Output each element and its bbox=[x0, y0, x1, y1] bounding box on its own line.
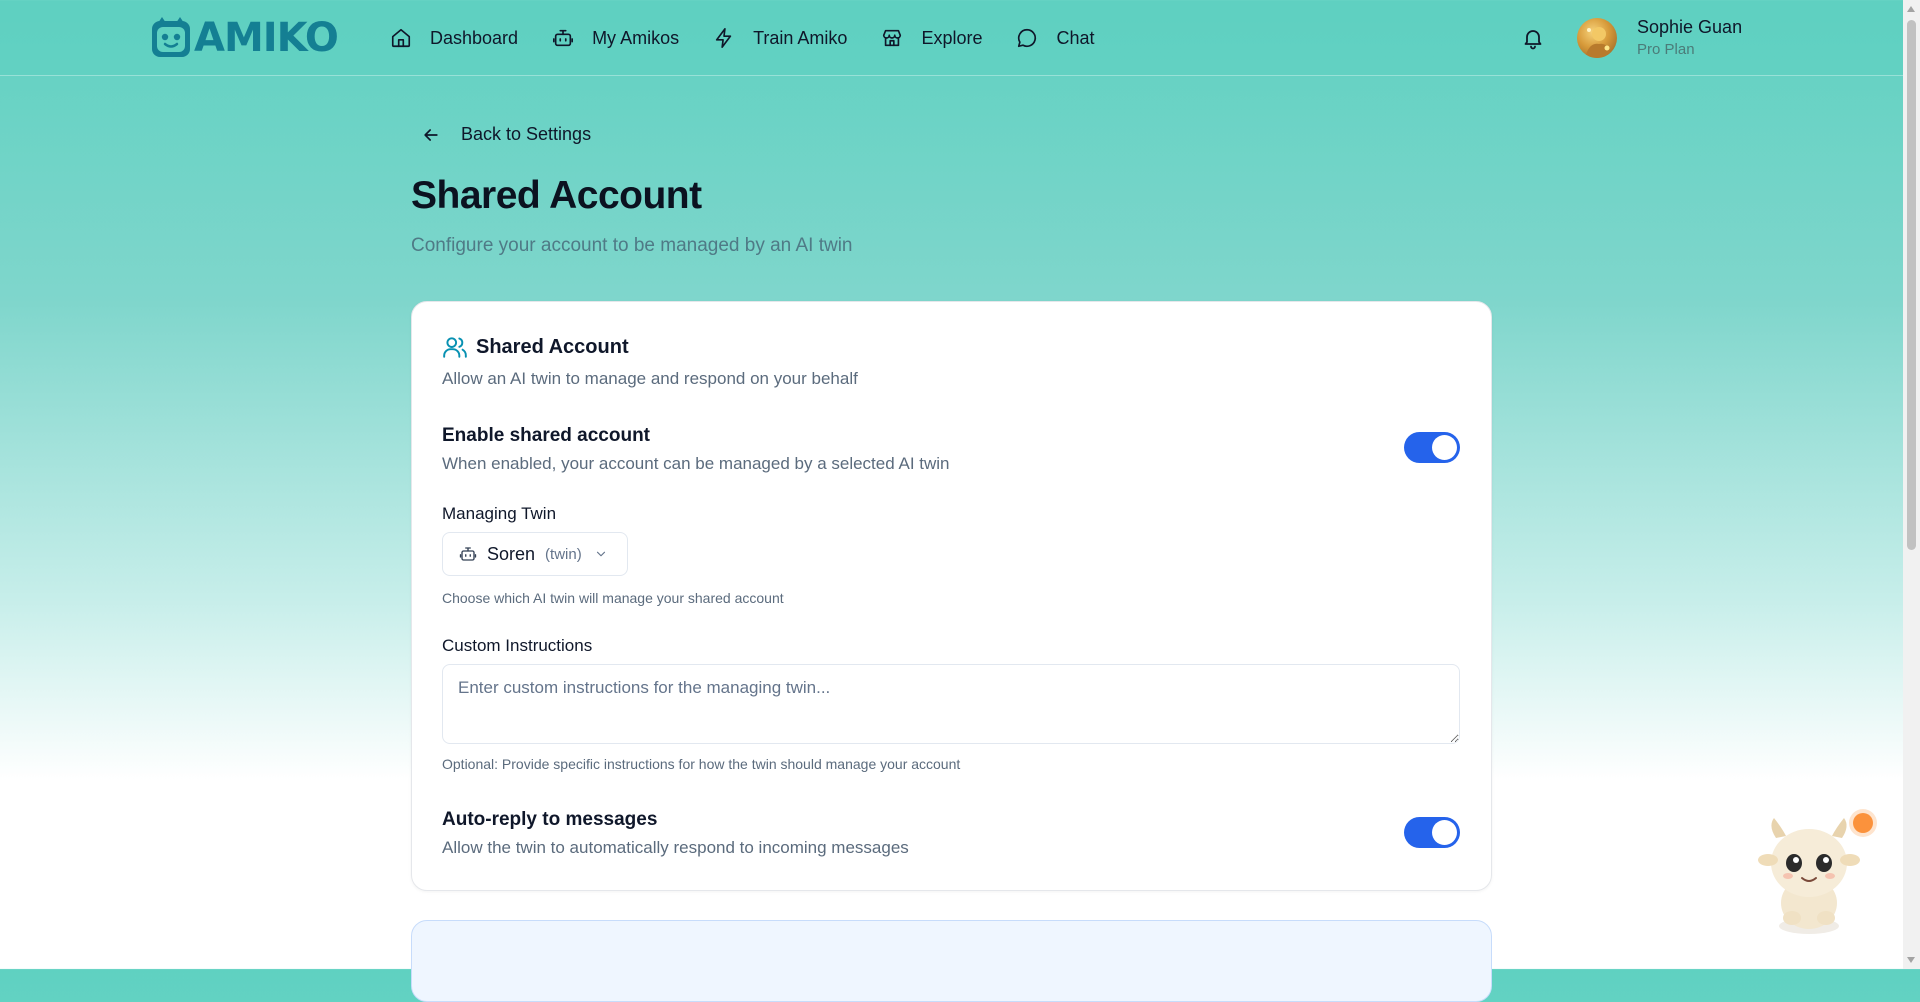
avatar-image bbox=[1585, 27, 1611, 58]
nav-item-my-amikos[interactable]: My Amikos bbox=[552, 22, 679, 54]
custom-instructions-label: Custom Instructions bbox=[442, 636, 593, 655]
toggle-knob bbox=[1432, 820, 1457, 845]
nav-label: My Amikos bbox=[592, 27, 680, 48]
page-subtitle: Configure your account to be managed by … bbox=[411, 235, 853, 256]
scroll-down-arrow-icon[interactable] bbox=[1907, 957, 1915, 963]
top-navigation-bar: AMIKO Dashboard My Amikos Train Amiko Ex… bbox=[0, 0, 1903, 76]
nav-item-chat[interactable]: Chat bbox=[1016, 22, 1095, 54]
enable-shared-account-toggle[interactable] bbox=[1404, 432, 1460, 463]
user-name[interactable]: Sophie Guan bbox=[1637, 17, 1742, 38]
enable-shared-account-title: Enable shared account bbox=[442, 425, 651, 446]
nav-item-dashboard[interactable]: Dashboard bbox=[390, 22, 518, 54]
amiko-logo[interactable]: AMIKO bbox=[150, 15, 339, 61]
managing-twin-label: Managing Twin bbox=[442, 504, 557, 523]
page-scrollbar[interactable] bbox=[1903, 0, 1920, 969]
managing-twin-select[interactable]: Soren (twin) bbox=[442, 532, 628, 576]
lightning-icon bbox=[715, 28, 732, 48]
bot-icon bbox=[459, 547, 477, 561]
nav-label: Chat bbox=[1056, 27, 1095, 48]
next-section-card bbox=[411, 920, 1492, 1002]
nav-item-train-amiko[interactable]: Train Amiko bbox=[713, 22, 847, 54]
users-icon bbox=[443, 337, 467, 358]
shared-account-card: Shared Account Allow an AI twin to manag… bbox=[411, 301, 1492, 891]
page-title: Shared Account bbox=[411, 174, 702, 217]
back-label: Back to Settings bbox=[461, 124, 592, 144]
managing-twin-help: Choose which AI twin will manage your sh… bbox=[442, 590, 784, 606]
enable-shared-account-description: When enabled, your account can be manage… bbox=[442, 454, 950, 473]
logo-text: AMIKO bbox=[194, 15, 339, 61]
notification-dot bbox=[1853, 813, 1873, 833]
scroll-up-arrow-icon[interactable] bbox=[1907, 6, 1915, 12]
store-icon bbox=[883, 29, 902, 47]
notification-bell-icon[interactable] bbox=[1521, 26, 1545, 50]
card-title: Shared Account bbox=[476, 335, 629, 358]
avatar[interactable] bbox=[1577, 18, 1617, 58]
amiko-mascot-assistant[interactable] bbox=[1754, 808, 1864, 938]
bot-icon bbox=[553, 29, 574, 47]
nav-label: Explore bbox=[921, 27, 983, 48]
chat-bubble-icon bbox=[1018, 28, 1037, 48]
amiko-logo-icon bbox=[152, 17, 190, 57]
user-plan: Pro Plan bbox=[1637, 41, 1695, 58]
main-nav: Dashboard My Amikos Train Amiko Explore … bbox=[390, 22, 1129, 54]
chevron-down-icon bbox=[596, 551, 605, 557]
custom-instructions-input[interactable] bbox=[442, 664, 1460, 744]
card-header: Shared Account bbox=[442, 334, 629, 360]
managing-twin-tag: (twin) bbox=[545, 545, 582, 563]
home-icon bbox=[391, 28, 411, 48]
managing-twin-value: Soren bbox=[487, 543, 536, 564]
toggle-knob bbox=[1432, 435, 1457, 460]
nav-label: Dashboard bbox=[430, 27, 519, 48]
nav-label: Train Amiko bbox=[753, 27, 848, 48]
auto-reply-description: Allow the twin to automatically respond … bbox=[442, 838, 909, 857]
auto-reply-title: Auto-reply to messages bbox=[442, 809, 658, 830]
back-to-settings-link[interactable]: Back to Settings bbox=[421, 124, 591, 145]
scroll-thumb[interactable] bbox=[1907, 20, 1916, 550]
card-description: Allow an AI twin to manage and respond o… bbox=[442, 369, 858, 388]
auto-reply-toggle[interactable] bbox=[1404, 817, 1460, 848]
nav-item-explore[interactable]: Explore bbox=[881, 22, 982, 54]
arrow-left-icon bbox=[424, 128, 438, 141]
custom-instructions-help: Optional: Provide specific instructions … bbox=[442, 756, 961, 772]
